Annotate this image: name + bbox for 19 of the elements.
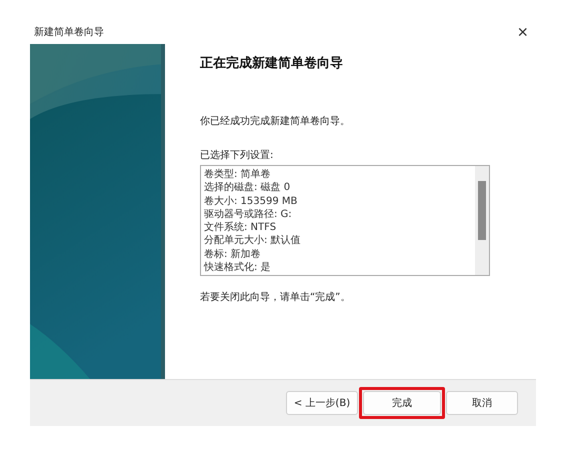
setting-line: 卷大小: 153599 MB bbox=[204, 194, 298, 208]
setting-line: 选择的磁盘: 磁盘 0 bbox=[204, 181, 292, 195]
setting-line: 驱动器号或路径: G: bbox=[204, 208, 293, 222]
intro-text: 你已经成功完成新建简单卷向导。 bbox=[200, 114, 351, 128]
settings-label: 已选择下列设置: bbox=[200, 148, 274, 162]
scroll-thumb[interactable] bbox=[478, 181, 486, 240]
setting-line: 快速格式化: 是 bbox=[204, 261, 272, 274]
wizard-heading: 正在完成新建简单卷向导 bbox=[200, 54, 344, 72]
closing-hint: 若要关闭此向导，请单击“完成”。 bbox=[200, 290, 352, 304]
dialog-button[interactable]: 完成 bbox=[363, 391, 441, 415]
close-button[interactable]: × bbox=[513, 23, 532, 41]
window-title: 新建简单卷向导 bbox=[34, 26, 104, 39]
setting-line: 卷类型: 简单卷 bbox=[204, 168, 272, 182]
setting-line: 分配单元大小: 默认值 bbox=[204, 234, 302, 248]
dialog-button[interactable]: < 上一步(B) bbox=[286, 391, 358, 415]
setting-line: 文件系统: NTFS bbox=[204, 221, 278, 234]
setting-line: 卷标: 新加卷 bbox=[204, 248, 262, 262]
dialog-button[interactable]: 取消 bbox=[446, 391, 518, 415]
scrollbar[interactable] bbox=[475, 166, 489, 275]
